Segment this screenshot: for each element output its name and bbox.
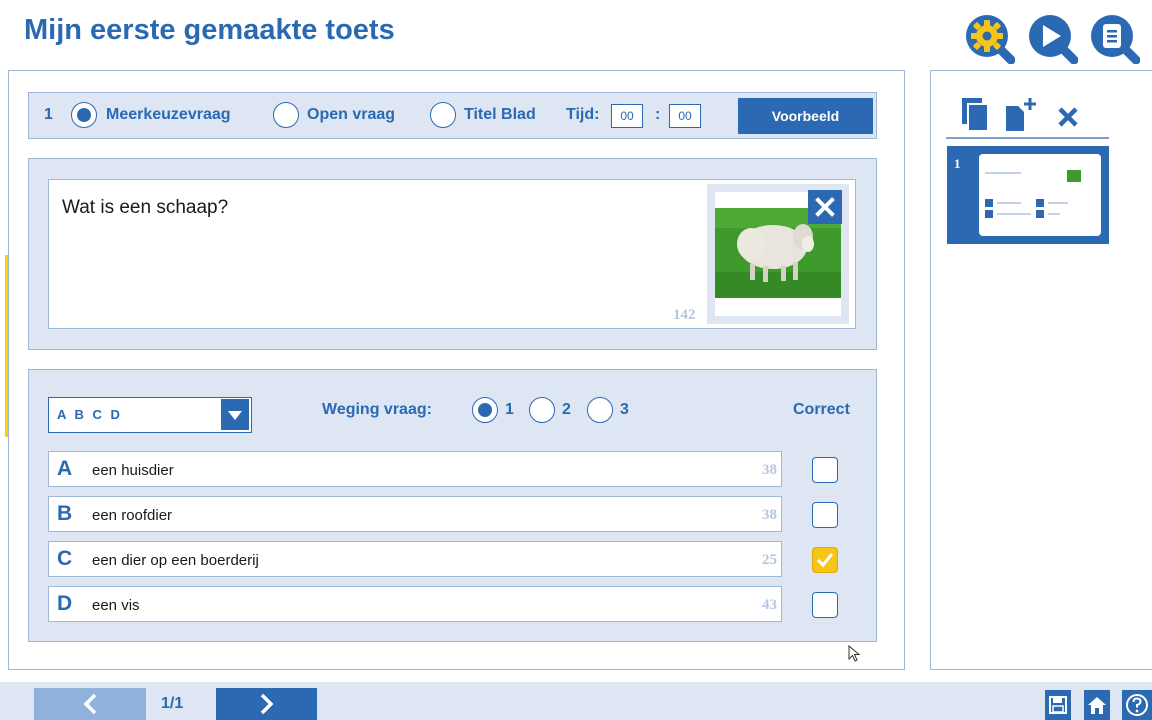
thumbnail-number: 1 xyxy=(954,156,961,171)
answer-text: een dier op een boerderij xyxy=(92,552,259,569)
previous-page-button[interactable] xyxy=(34,688,146,720)
answer-row-d[interactable]: D een vis 43 xyxy=(48,586,782,622)
answer-letter: D xyxy=(57,592,73,615)
answer-char-counter: 43 xyxy=(762,597,777,613)
chevron-right-icon xyxy=(260,693,273,715)
question-text: Wat is een schaap? xyxy=(62,197,229,218)
chevron-down-icon[interactable] xyxy=(221,399,249,430)
time-minutes-input[interactable]: 00 xyxy=(611,104,643,128)
radio-label-open-vraag: Open vraag xyxy=(307,106,396,123)
page-indicator: 1/1 xyxy=(161,695,184,712)
checkmark-icon xyxy=(816,553,834,568)
answer-text: een huisdier xyxy=(92,462,174,479)
help-icon[interactable] xyxy=(1122,690,1152,720)
settings-search-icon[interactable] xyxy=(965,14,1016,65)
next-page-button[interactable] xyxy=(216,688,317,720)
correct-checkbox-b[interactable] xyxy=(812,502,838,528)
time-seconds-input[interactable]: 00 xyxy=(669,104,701,128)
weight-label-2: 2 xyxy=(562,401,571,418)
page-title: Mijn eerste gemaakte toets xyxy=(24,14,395,46)
weight-radio-2[interactable] xyxy=(529,397,555,423)
mouse-cursor-icon xyxy=(848,644,862,668)
correct-checkbox-d[interactable] xyxy=(812,592,838,618)
radio-label-titel-blad: Titel Blad xyxy=(464,106,536,123)
answer-char-counter: 25 xyxy=(762,552,777,568)
page-thumbnail-1[interactable]: 1 xyxy=(947,146,1109,244)
answer-row-c[interactable]: C een dier op een boerderij 25 xyxy=(48,541,782,577)
list-search-icon[interactable] xyxy=(1090,14,1141,65)
add-page-icon[interactable] xyxy=(1004,96,1038,137)
answer-text: een roofdier xyxy=(92,507,173,524)
copy-icon[interactable] xyxy=(960,96,990,137)
correct-checkbox-a[interactable] xyxy=(812,457,838,483)
correct-column-label: Correct xyxy=(793,401,850,418)
answer-letter: C xyxy=(57,547,73,570)
answer-row-a[interactable]: A een huisdier 38 xyxy=(48,451,782,487)
correct-checkbox-c[interactable] xyxy=(812,547,838,573)
radio-titel-blad[interactable] xyxy=(430,102,456,128)
play-search-icon[interactable] xyxy=(1028,14,1079,65)
question-number: 1 xyxy=(44,106,53,123)
question-char-counter: 142 xyxy=(673,307,696,323)
chevron-left-icon xyxy=(83,693,97,715)
radio-label-meerkeuzevraag: Meerkeuzevraag xyxy=(106,106,231,123)
weight-label-3: 3 xyxy=(620,401,629,418)
answer-row-b[interactable]: B een roofdier 38 xyxy=(48,496,782,532)
toolbar-divider xyxy=(946,137,1109,139)
answer-char-counter: 38 xyxy=(762,462,777,478)
answer-letter: B xyxy=(57,502,73,525)
thumbnail-preview xyxy=(979,154,1101,236)
home-icon[interactable] xyxy=(1084,690,1110,720)
time-label: Tijd: xyxy=(566,106,600,123)
answer-letter: A xyxy=(57,457,73,480)
answer-format-value: A B C D xyxy=(57,407,123,422)
answer-char-counter: 38 xyxy=(762,507,777,523)
remove-image-button[interactable] xyxy=(808,190,842,224)
weight-label: Weging vraag: xyxy=(322,401,432,418)
close-icon xyxy=(815,197,835,217)
save-icon[interactable] xyxy=(1045,690,1071,720)
preview-button[interactable]: Voorbeeld xyxy=(738,98,873,134)
weight-label-1: 1 xyxy=(505,401,514,418)
delete-icon[interactable] xyxy=(1057,106,1079,133)
weight-radio-1[interactable] xyxy=(472,397,498,423)
weight-radio-3[interactable] xyxy=(587,397,613,423)
time-separator: : xyxy=(655,106,661,123)
radio-meerkeuzevraag[interactable] xyxy=(71,102,97,128)
answer-text: een vis xyxy=(92,597,140,614)
radio-open-vraag[interactable] xyxy=(273,102,299,128)
